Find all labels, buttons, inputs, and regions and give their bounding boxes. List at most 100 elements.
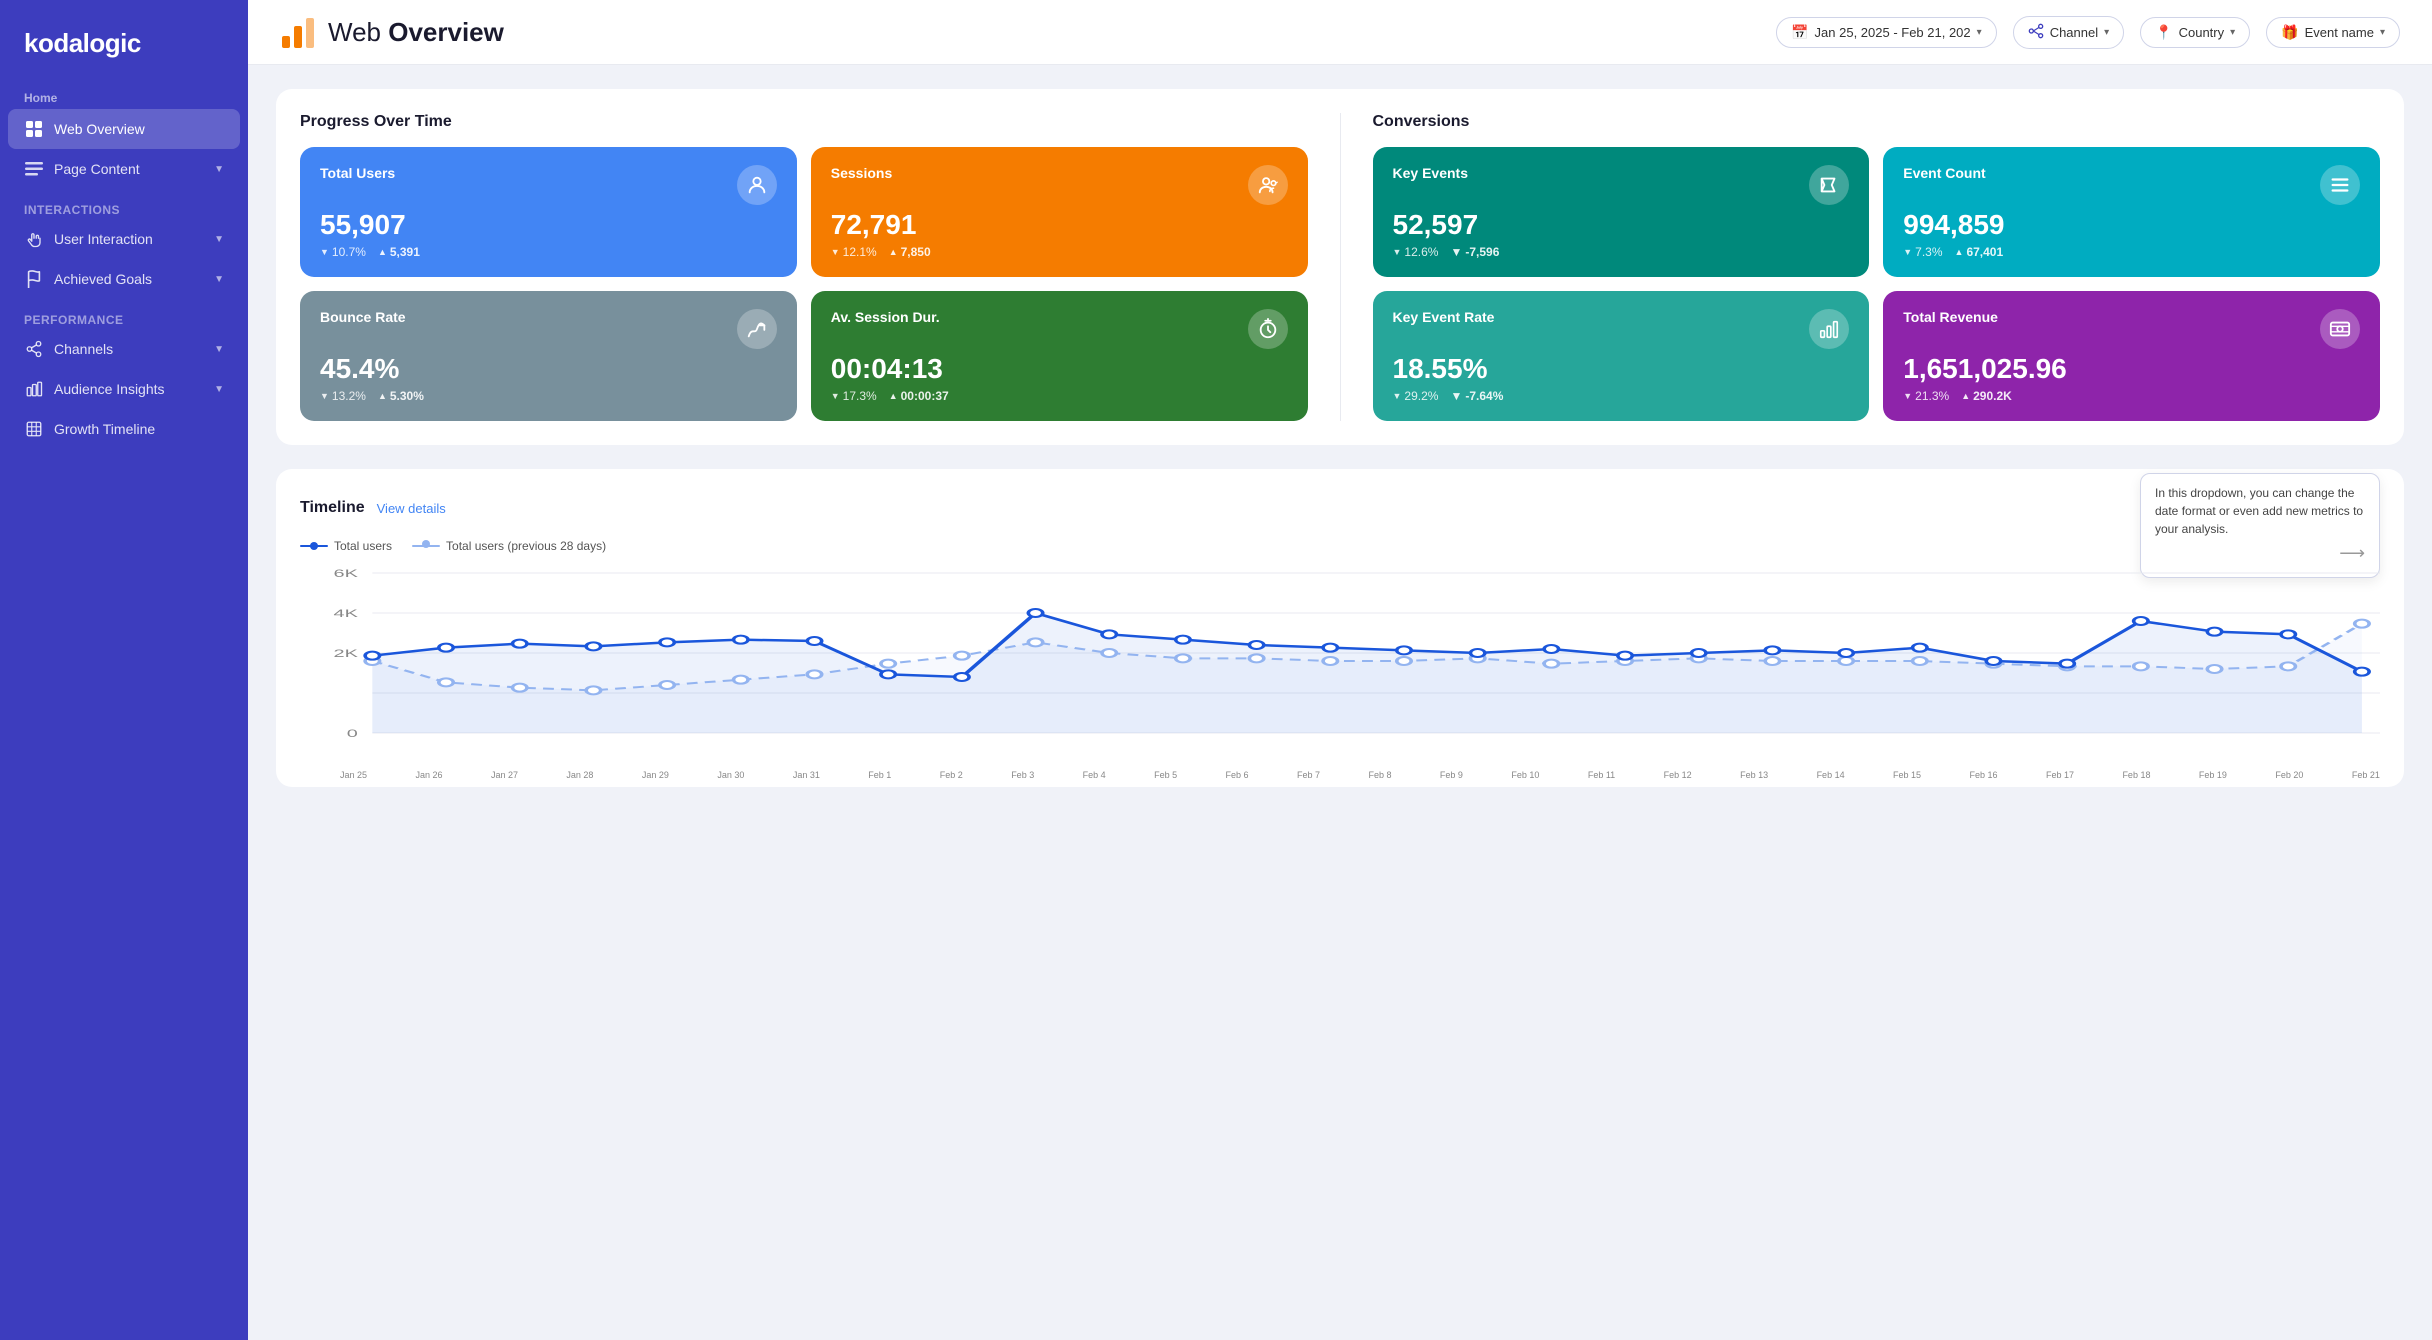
- chevron-down-icon: ▾: [2104, 27, 2109, 38]
- flag-icon: [24, 269, 44, 289]
- header-filters: 📅 Jan 25, 2025 - Feb 21, 202 ▾ Channel ▾: [1776, 16, 2400, 49]
- card-av-session-dur: Av. Session Dur. 00:04:13: [811, 291, 1308, 421]
- card-bounce-rate: Bounce Rate 45.4% 13.2% 5.30%: [300, 291, 797, 421]
- progress-title: Progress Over Time: [300, 113, 1308, 131]
- card-change-pct: 12.6%: [1393, 245, 1439, 259]
- event-icon: 🎁: [2281, 24, 2298, 41]
- date-filter[interactable]: 📅 Jan 25, 2025 - Feb 21, 202 ▾: [1776, 17, 1997, 48]
- card-change-pct: 13.2%: [320, 389, 366, 403]
- x-label: Feb 18: [2122, 770, 2150, 780]
- channel-filter-label: Channel: [2050, 25, 2098, 40]
- main-area: Web Overview 📅 Jan 25, 2025 - Feb 21, 20…: [248, 0, 2432, 1340]
- card-delta: 67,401: [1955, 245, 2004, 259]
- card-delta: ▼ -7.64%: [1450, 389, 1503, 403]
- sidebar-item-achieved-goals[interactable]: Achieved Goals ▼: [0, 259, 248, 299]
- timeline-title: Timeline: [300, 499, 365, 517]
- sidebar-item-growth-timeline[interactable]: Growth Timeline: [0, 409, 248, 449]
- card-value: 55,907: [320, 209, 777, 241]
- view-details-link[interactable]: View details: [377, 501, 446, 516]
- card-delta: 5,391: [378, 245, 420, 259]
- chart-legend: Total users Total users (previous 28 day…: [300, 539, 2380, 553]
- legend-total-users: Total users: [300, 539, 392, 553]
- cards-section: Progress Over Time Total Users: [276, 89, 2404, 445]
- channel-icon: [2028, 23, 2044, 42]
- chart-bar-icon: [24, 379, 44, 399]
- timer-icon: [1248, 309, 1288, 349]
- sidebar-item-label: Page Content: [54, 161, 140, 177]
- card-value: 994,859: [1903, 209, 2360, 241]
- country-filter[interactable]: 📍 Country ▾: [2140, 17, 2250, 48]
- x-label: Feb 2: [940, 770, 963, 780]
- x-label: Feb 19: [2199, 770, 2227, 780]
- conversions-cards-grid: Key Events 52,597 12.6% ▼ -7,596: [1373, 147, 2381, 421]
- title-bold: Overview: [388, 17, 504, 47]
- calendar-icon: 📅: [1791, 24, 1808, 41]
- key-event-rate-icon: [1809, 309, 1849, 349]
- x-label: Feb 1: [868, 770, 891, 780]
- card-label: Total Revenue: [1903, 309, 1998, 325]
- x-label: Feb 6: [1226, 770, 1249, 780]
- card-footer: 12.6% ▼ -7,596: [1393, 245, 1850, 259]
- key-events-icon: [1809, 165, 1849, 205]
- svg-text:0: 0: [347, 727, 358, 739]
- app-logo: kodalogic: [0, 0, 248, 83]
- sidebar-item-audience-insights[interactable]: Audience Insights ▼: [0, 369, 248, 409]
- progress-over-time-group: Progress Over Time Total Users: [300, 113, 1308, 421]
- card-change-pct: 12.1%: [831, 245, 877, 259]
- x-label: Feb 4: [1083, 770, 1106, 780]
- x-label: Feb 12: [1664, 770, 1692, 780]
- card-key-events: Key Events 52,597 12.6% ▼ -7,596: [1373, 147, 1870, 277]
- card-header: Total Revenue: [1903, 309, 2360, 349]
- event-filter-label: Event name: [2305, 25, 2374, 40]
- page-title: Web Overview: [328, 17, 504, 48]
- sidebar-item-label: Audience Insights: [54, 381, 165, 397]
- bounce-icon: [737, 309, 777, 349]
- card-event-count: Event Count 994,859 7.3%: [1883, 147, 2380, 277]
- conversions-title: Conversions: [1373, 113, 2381, 131]
- x-label: Feb 16: [1970, 770, 1998, 780]
- chart-x-labels: Jan 25Jan 26Jan 27Jan 28Jan 29Jan 30Jan …: [300, 770, 2380, 780]
- revenue-icon: [2320, 309, 2360, 349]
- card-header: Event Count: [1903, 165, 2360, 205]
- card-header: Bounce Rate: [320, 309, 777, 349]
- sidebar-item-user-interaction[interactable]: User Interaction ▼: [0, 219, 248, 259]
- x-label: Jan 29: [642, 770, 669, 780]
- hand-icon: [24, 229, 44, 249]
- user-icon: [737, 165, 777, 205]
- card-label: Key Events: [1393, 165, 1468, 181]
- sidebar-item-web-overview[interactable]: Web Overview: [8, 109, 240, 149]
- x-label: Feb 11: [1588, 770, 1615, 780]
- card-header: Av. Session Dur.: [831, 309, 1288, 349]
- card-label: Av. Session Dur.: [831, 309, 940, 325]
- card-footer: 12.1% 7,850: [831, 245, 1288, 259]
- legend-line-solid: [300, 545, 328, 547]
- x-label: Feb 15: [1893, 770, 1921, 780]
- card-value: 1,651,025.96: [1903, 353, 2360, 385]
- conversions-group: Conversions Key Events: [1373, 113, 2381, 421]
- chevron-down-icon: ▾: [1977, 27, 1982, 38]
- card-value: 52,597: [1393, 209, 1850, 241]
- card-footer: 17.3% 00:00:37: [831, 389, 1288, 403]
- sessions-icon: [1248, 165, 1288, 205]
- x-label: Feb 5: [1154, 770, 1177, 780]
- x-label: Jan 31: [793, 770, 820, 780]
- sidebar-home-label: Home: [0, 83, 248, 109]
- card-header: Sessions: [831, 165, 1288, 205]
- chevron-down-icon: ▾: [2230, 27, 2235, 38]
- tooltip-text: In this dropdown, you can change the dat…: [2155, 486, 2363, 536]
- sidebar-item-page-content[interactable]: Page Content ▼: [0, 149, 248, 189]
- x-label: Feb 14: [1817, 770, 1845, 780]
- x-label: Jan 30: [717, 770, 744, 780]
- event-filter[interactable]: 🎁 Event name ▾: [2266, 17, 2400, 48]
- divider: [1340, 113, 1341, 421]
- sidebar-item-channels[interactable]: Channels ▼: [0, 329, 248, 369]
- card-delta: 00:00:37: [889, 389, 949, 403]
- x-label: Feb 13: [1740, 770, 1768, 780]
- channel-filter[interactable]: Channel ▾: [2013, 16, 2124, 49]
- legend-label: Total users: [334, 539, 392, 553]
- x-label: Feb 8: [1368, 770, 1391, 780]
- card-delta: 7,850: [889, 245, 931, 259]
- sidebar-item-label: User Interaction: [54, 231, 153, 247]
- legend-line-dashed: [412, 545, 440, 547]
- kodalogic-logo-icon: [280, 14, 316, 50]
